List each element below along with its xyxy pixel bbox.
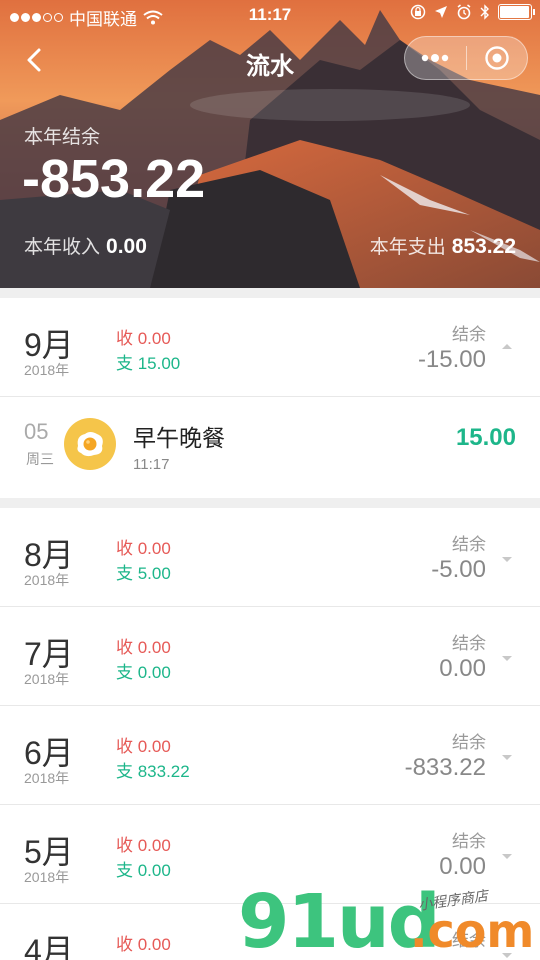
- year-balance-label: 本年结余: [24, 127, 101, 148]
- month-expense: 支 5.00: [116, 564, 171, 583]
- entry-weekday: 周三: [26, 451, 54, 467]
- section-gap: [0, 288, 540, 298]
- transaction-item[interactable]: 05 周三 早午晚餐 11:17 15.00: [0, 397, 540, 498]
- month-year: 2018年: [24, 671, 70, 687]
- month-year: 2018年: [24, 362, 70, 378]
- month-balance-label: 结余: [452, 931, 486, 950]
- year-balance-value: -853.22: [22, 149, 206, 209]
- chevron-down-icon: [502, 557, 512, 562]
- year-expense-value: 853.22: [451, 235, 516, 258]
- month-balance-label: 结余: [452, 535, 486, 554]
- entry-amount: 15.00: [455, 424, 516, 451]
- chevron-down-icon: [502, 656, 512, 661]
- month-row-may[interactable]: 5月 2018年 收 0.00 支 0.00 结余 0.00: [0, 805, 540, 904]
- month-row-sep[interactable]: 9月 2018年 收 0.00 支 15.00 结余 -15.00: [0, 298, 540, 397]
- month-balance-label: 结余: [452, 832, 486, 851]
- month-balance: -833.22: [404, 754, 486, 781]
- nav-bar: 流水: [0, 36, 540, 84]
- bluetooth-icon: [480, 4, 489, 20]
- year-income-label: 本年收入: [24, 237, 101, 258]
- month-row-jun[interactable]: 6月 2018年 收 0.00 支 833.22 结余 -833.22: [0, 706, 540, 805]
- section-gap: [0, 498, 540, 508]
- chevron-down-icon: [502, 953, 512, 958]
- month-income: 收 0.00: [116, 935, 171, 954]
- month-balance-label: 结余: [452, 733, 486, 752]
- more-button[interactable]: [405, 37, 466, 79]
- location-arrow-icon: [435, 6, 447, 18]
- battery-icon: [498, 4, 535, 20]
- month-row-jul[interactable]: 7月 2018年 收 0.00 支 0.00 结余 0.00: [0, 607, 540, 706]
- month-income: 收 0.00: [116, 329, 171, 348]
- month-balance-label: 结余: [452, 325, 486, 344]
- month-income: 收 0.00: [116, 638, 171, 657]
- chevron-down-icon: [502, 854, 512, 859]
- year-expense-label: 本年支出: [369, 237, 446, 258]
- month-name: 4月: [24, 933, 74, 960]
- year-income: 本年收入 0.00: [24, 232, 147, 259]
- month-expense: 支 15.00: [116, 354, 181, 373]
- header-banner: 中国联通 11:17 流水 本年结余 -853.22 本年收入 0.00 本年支…: [0, 0, 540, 288]
- month-balance-label: 结余: [452, 634, 486, 653]
- month-expense: 支 833.22: [116, 762, 190, 781]
- month-balance: 0.00: [439, 655, 486, 682]
- fried-egg-icon: [64, 418, 116, 470]
- target-circle-icon: [485, 46, 509, 70]
- year-income-value: 0.00: [106, 235, 147, 258]
- entry-time: 11:17: [133, 456, 170, 473]
- month-year: 2018年: [24, 770, 70, 786]
- chevron-down-icon: [502, 755, 512, 760]
- month-income: 收 0.00: [116, 737, 171, 756]
- entry-title: 早午晚餐: [133, 425, 225, 451]
- month-row-apr[interactable]: 4月 收 0.00 结余: [0, 904, 540, 960]
- rotation-lock-icon: [410, 4, 426, 20]
- alarm-icon: [457, 4, 471, 20]
- month-expense: 支 0.00: [116, 663, 171, 682]
- more-dots-icon: [422, 54, 449, 62]
- month-balance: -15.00: [417, 346, 486, 373]
- chevron-up-icon: [502, 344, 512, 349]
- month-income: 收 0.00: [116, 836, 171, 855]
- close-miniprogram-button[interactable]: [467, 37, 528, 79]
- month-balance: -5.00: [431, 556, 486, 583]
- entry-day: 05: [24, 419, 49, 444]
- month-year: 2018年: [24, 869, 70, 885]
- status-bar: 中国联通 11:17: [0, 0, 540, 30]
- month-year: 2018年: [24, 572, 70, 588]
- month-balance: 0.00: [439, 853, 486, 880]
- month-list: 9月 2018年 收 0.00 支 15.00 结余 -15.00 05 周三 …: [0, 288, 540, 960]
- month-expense: 支 0.00: [116, 861, 171, 880]
- miniprogram-capsule: [404, 36, 528, 80]
- month-income: 收 0.00: [116, 539, 171, 558]
- month-row-aug[interactable]: 8月 2018年 收 0.00 支 5.00 结余 -5.00: [0, 508, 540, 607]
- year-expense: 本年支出 853.22: [370, 232, 516, 259]
